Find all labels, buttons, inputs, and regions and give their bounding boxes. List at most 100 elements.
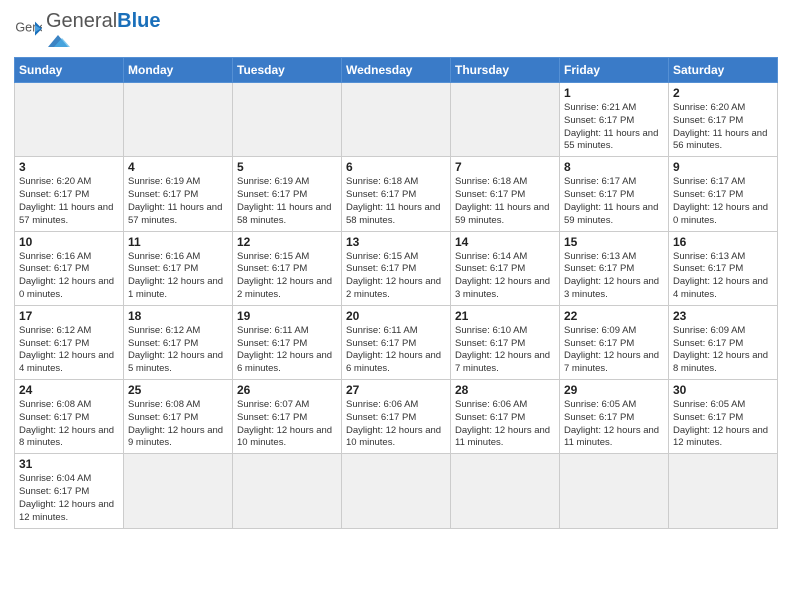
day-info: Sunrise: 6:21 AM Sunset: 6:17 PM Dayligh… (564, 102, 664, 153)
day-number: 21 (455, 309, 555, 323)
calendar-cell: 6Sunrise: 6:18 AM Sunset: 6:17 PM Daylig… (342, 157, 451, 231)
weekday-header-thursday: Thursday (451, 58, 560, 83)
calendar-week-row: 10 Sunrise: 6:16 AM Sunset: 6:17 PM Dayli… (15, 231, 778, 305)
day-number: 22 (564, 309, 664, 323)
calendar-cell: 28Sunrise: 6:06 AM Sunset: 6:17 PM Dayli… (451, 380, 560, 454)
calendar-cell: 19 Sunrise: 6:11 AM Sunset: 6:17 PM Dayli… (233, 305, 342, 379)
weekday-header-wednesday: Wednesday (342, 58, 451, 83)
calendar-cell (342, 83, 451, 157)
day-number: 2 (673, 86, 773, 100)
day-number: 8 (564, 160, 664, 174)
calendar-table: SundayMondayTuesdayWednesdayThursdayFrid… (14, 57, 778, 529)
calendar-cell: 23Sunrise: 6:09 AM Sunset: 6:17 PM Dayli… (669, 305, 778, 379)
day-info: Sunrise: 6:16 AM Sunset: 6:17 PM Dayligh… (128, 251, 228, 302)
calendar-cell: 3 Sunrise: 6:20 AM Sunset: 6:17 PM Daylig… (15, 157, 124, 231)
calendar-week-row: 3 Sunrise: 6:20 AM Sunset: 6:17 PM Daylig… (15, 157, 778, 231)
calendar-cell (669, 454, 778, 528)
calendar-cell: 5Sunrise: 6:19 AM Sunset: 6:17 PM Daylig… (233, 157, 342, 231)
day-number: 3 (19, 160, 119, 174)
day-number: 15 (564, 235, 664, 249)
calendar-cell: 21 Sunrise: 6:10 AM Sunset: 6:17 PM Dayli… (451, 305, 560, 379)
day-info: Sunrise: 6:05 AM Sunset: 6:17 PM Dayligh… (673, 399, 773, 450)
day-number: 9 (673, 160, 773, 174)
weekday-header-monday: Monday (124, 58, 233, 83)
calendar-cell (233, 83, 342, 157)
calendar-cell (124, 83, 233, 157)
calendar-cell (560, 454, 669, 528)
calendar-cell: 10 Sunrise: 6:16 AM Sunset: 6:17 PM Dayli… (15, 231, 124, 305)
day-number: 19 (237, 309, 337, 323)
calendar-week-row: 17 Sunrise: 6:12 AM Sunset: 6:17 PM Dayli… (15, 305, 778, 379)
day-number: 27 (346, 383, 446, 397)
day-info: Sunrise: 6:20 AM Sunset: 6:17 PM Dayligh… (19, 176, 119, 227)
calendar-cell (451, 454, 560, 528)
day-info: Sunrise: 6:20 AM Sunset: 6:17 PM Dayligh… (673, 102, 773, 153)
day-number: 12 (237, 235, 337, 249)
day-info: Sunrise: 6:08 AM Sunset: 6:17 PM Dayligh… (19, 399, 119, 450)
day-info: Sunrise: 6:09 AM Sunset: 6:17 PM Dayligh… (673, 325, 773, 376)
day-info: Sunrise: 6:17 AM Sunset: 6:17 PM Dayligh… (673, 176, 773, 227)
day-number: 30 (673, 383, 773, 397)
weekday-header-saturday: Saturday (669, 58, 778, 83)
weekday-header-sunday: Sunday (15, 58, 124, 83)
day-info: Sunrise: 6:11 AM Sunset: 6:17 PM Dayligh… (237, 325, 337, 376)
calendar-cell: 25 Sunrise: 6:08 AM Sunset: 6:17 PM Dayli… (124, 380, 233, 454)
calendar-cell (124, 454, 233, 528)
logo: General GeneralBlue (14, 10, 161, 49)
day-info: Sunrise: 6:07 AM Sunset: 6:17 PM Dayligh… (237, 399, 337, 450)
calendar-cell: 1 Sunrise: 6:21 AM Sunset: 6:17 PM Daylig… (560, 83, 669, 157)
day-info: Sunrise: 6:06 AM Sunset: 6:17 PM Dayligh… (455, 399, 555, 450)
calendar-cell: 8 Sunrise: 6:17 AM Sunset: 6:17 PM Daylig… (560, 157, 669, 231)
calendar-cell: 2 Sunrise: 6:20 AM Sunset: 6:17 PM Daylig… (669, 83, 778, 157)
calendar-week-row: 1 Sunrise: 6:21 AM Sunset: 6:17 PM Daylig… (15, 83, 778, 157)
logo-tagline-icon (46, 33, 126, 49)
day-number: 4 (128, 160, 228, 174)
day-info: Sunrise: 6:12 AM Sunset: 6:17 PM Dayligh… (19, 325, 119, 376)
day-number: 10 (19, 235, 119, 249)
calendar-week-row: 24Sunrise: 6:08 AM Sunset: 6:17 PM Dayli… (15, 380, 778, 454)
calendar-cell (233, 454, 342, 528)
day-info: Sunrise: 6:16 AM Sunset: 6:17 PM Dayligh… (19, 251, 119, 302)
day-info: Sunrise: 6:19 AM Sunset: 6:17 PM Dayligh… (128, 176, 228, 227)
calendar-cell: 20Sunrise: 6:11 AM Sunset: 6:17 PM Dayli… (342, 305, 451, 379)
calendar-cell (15, 83, 124, 157)
day-number: 1 (564, 86, 664, 100)
calendar-cell: 30 Sunrise: 6:05 AM Sunset: 6:17 PM Dayli… (669, 380, 778, 454)
day-info: Sunrise: 6:09 AM Sunset: 6:17 PM Dayligh… (564, 325, 664, 376)
calendar-cell: 11Sunrise: 6:16 AM Sunset: 6:17 PM Dayli… (124, 231, 233, 305)
day-number: 13 (346, 235, 446, 249)
calendar-week-row: 31Sunrise: 6:04 AM Sunset: 6:17 PM Dayli… (15, 454, 778, 528)
day-number: 6 (346, 160, 446, 174)
day-info: Sunrise: 6:15 AM Sunset: 6:17 PM Dayligh… (237, 251, 337, 302)
calendar-cell: 13Sunrise: 6:15 AM Sunset: 6:17 PM Dayli… (342, 231, 451, 305)
calendar-cell: 12 Sunrise: 6:15 AM Sunset: 6:17 PM Dayli… (233, 231, 342, 305)
header: General GeneralBlue (14, 10, 778, 49)
page: General GeneralBlue SundayMondayTuesday (0, 0, 792, 612)
day-info: Sunrise: 6:19 AM Sunset: 6:17 PM Dayligh… (237, 176, 337, 227)
day-info: Sunrise: 6:17 AM Sunset: 6:17 PM Dayligh… (564, 176, 664, 227)
day-info: Sunrise: 6:12 AM Sunset: 6:17 PM Dayligh… (128, 325, 228, 376)
calendar-cell: 7Sunrise: 6:18 AM Sunset: 6:17 PM Daylig… (451, 157, 560, 231)
day-info: Sunrise: 6:10 AM Sunset: 6:17 PM Dayligh… (455, 325, 555, 376)
day-info: Sunrise: 6:06 AM Sunset: 6:17 PM Dayligh… (346, 399, 446, 450)
day-number: 25 (128, 383, 228, 397)
weekday-header-row: SundayMondayTuesdayWednesdayThursdayFrid… (15, 58, 778, 83)
day-number: 17 (19, 309, 119, 323)
day-info: Sunrise: 6:13 AM Sunset: 6:17 PM Dayligh… (673, 251, 773, 302)
calendar-cell: 31Sunrise: 6:04 AM Sunset: 6:17 PM Dayli… (15, 454, 124, 528)
weekday-header-friday: Friday (560, 58, 669, 83)
day-number: 31 (19, 457, 119, 471)
calendar-cell: 9 Sunrise: 6:17 AM Sunset: 6:17 PM Daylig… (669, 157, 778, 231)
day-info: Sunrise: 6:18 AM Sunset: 6:17 PM Dayligh… (455, 176, 555, 227)
day-info: Sunrise: 6:11 AM Sunset: 6:17 PM Dayligh… (346, 325, 446, 376)
calendar-cell: 15Sunrise: 6:13 AM Sunset: 6:17 PM Dayli… (560, 231, 669, 305)
logo-text: GeneralBlue (46, 10, 161, 33)
calendar-cell: 18Sunrise: 6:12 AM Sunset: 6:17 PM Dayli… (124, 305, 233, 379)
day-info: Sunrise: 6:08 AM Sunset: 6:17 PM Dayligh… (128, 399, 228, 450)
calendar-cell: 29Sunrise: 6:05 AM Sunset: 6:17 PM Dayli… (560, 380, 669, 454)
day-info: Sunrise: 6:14 AM Sunset: 6:17 PM Dayligh… (455, 251, 555, 302)
calendar-cell (451, 83, 560, 157)
day-number: 26 (237, 383, 337, 397)
day-number: 16 (673, 235, 773, 249)
logo-icon: General (14, 16, 42, 44)
